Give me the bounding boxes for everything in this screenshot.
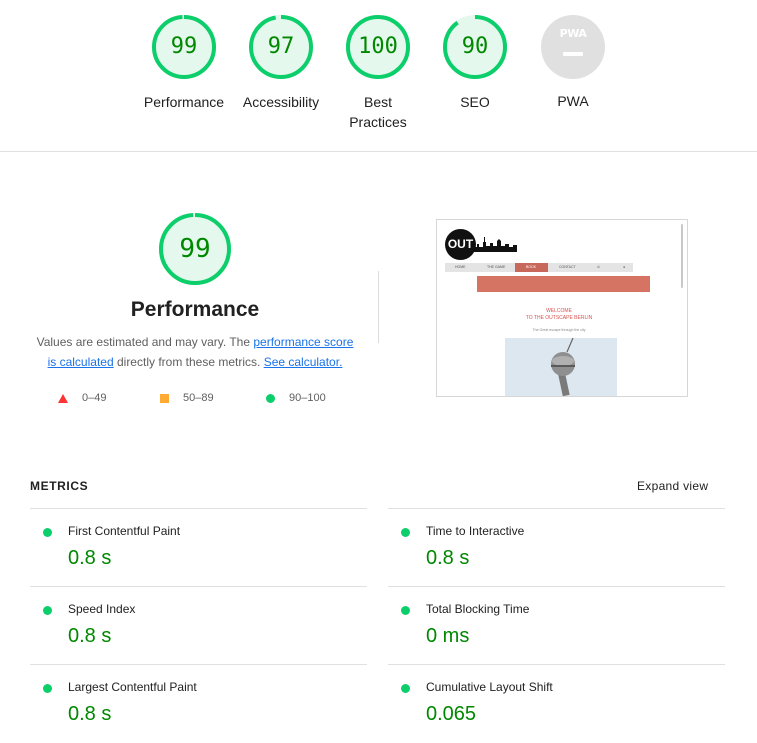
metric-label: Speed Index bbox=[68, 602, 136, 616]
pwa-badge-text: PWA bbox=[559, 27, 587, 40]
gauge-accessibility[interactable]: 97 Accessibility bbox=[226, 14, 336, 112]
pass-dot-icon bbox=[401, 528, 410, 537]
legend-label: 90–100 bbox=[289, 392, 326, 404]
metric-time-to-interactive: Time to Interactive 0.8 s bbox=[388, 508, 725, 587]
legend-pass: 90–100 bbox=[266, 392, 326, 404]
skyline-icon bbox=[473, 237, 517, 252]
performance-summary: 99 Performance Values are estimated and … bbox=[25, 212, 365, 372]
expand-view-button[interactable]: Expand view bbox=[637, 479, 708, 493]
performance-score: 99 bbox=[179, 234, 211, 264]
gauge-ring: 90 bbox=[442, 14, 508, 80]
gauge-ring: 99 bbox=[151, 14, 217, 80]
gauge-best-practices[interactable]: 100 Best Practices bbox=[323, 14, 433, 132]
metric-first-contentful-paint: First Contentful Paint 0.8 s bbox=[30, 508, 367, 587]
gauge-label: Performance bbox=[143, 94, 225, 110]
pwa-dash-icon bbox=[563, 52, 583, 56]
pass-dot-icon bbox=[43, 528, 52, 537]
triangle-icon bbox=[58, 393, 68, 403]
gauge-seo[interactable]: 90 SEO bbox=[420, 14, 530, 112]
thumbnail-scrollbar bbox=[681, 224, 683, 288]
gauge-score: 90 bbox=[461, 34, 489, 59]
metric-value: 0.8 s bbox=[68, 547, 112, 569]
metric-value: 0.8 s bbox=[426, 547, 470, 569]
pwa-badge-icon: PWA bbox=[541, 15, 605, 79]
metric-cumulative-layout-shift: Cumulative Layout Shift 0.065 bbox=[388, 664, 725, 743]
site-nav: HOME THE GAME BOOK CONTACT ⊙ ● bbox=[445, 263, 633, 272]
nav-item: HOME bbox=[455, 265, 466, 269]
site-welcome: WELCOME TO THE OUTSCAPE BERLIN bbox=[437, 308, 681, 322]
divider bbox=[0, 151, 757, 152]
site-banner bbox=[477, 276, 650, 292]
gauge-ring: 97 bbox=[248, 14, 314, 80]
metric-value: 0.065 bbox=[426, 703, 477, 725]
metric-label: Largest Contentful Paint bbox=[68, 680, 197, 694]
page-screenshot-thumbnail[interactable]: OUT HOME THE GAME BOOK CONTACT ⊙ ● WELCO… bbox=[436, 219, 688, 397]
vertical-divider bbox=[378, 271, 379, 343]
metric-label: Cumulative Layout Shift bbox=[426, 680, 553, 694]
legend-average: 50–89 bbox=[160, 392, 214, 404]
metric-value: 0 ms bbox=[426, 625, 470, 647]
pass-dot-icon bbox=[401, 684, 410, 693]
gauge-label: PWA bbox=[557, 93, 589, 109]
gauge-pwa[interactable]: PWA PWA bbox=[518, 14, 628, 111]
nav-item: BOOK bbox=[526, 265, 537, 269]
welcome-line: TO THE OUTSCAPE BERLIN bbox=[525, 315, 593, 321]
legend-label: 0–49 bbox=[82, 392, 107, 404]
gauge-score: 99 bbox=[170, 34, 198, 59]
metric-label: First Contentful Paint bbox=[68, 524, 181, 538]
square-icon bbox=[160, 393, 169, 403]
metric-speed-index: Speed Index 0.8 s bbox=[30, 586, 367, 665]
pass-dot-icon bbox=[43, 684, 52, 693]
legend-fail: 0–49 bbox=[58, 392, 106, 404]
calculator-link[interactable]: See calculator. bbox=[264, 355, 343, 369]
tv-tower-image bbox=[505, 338, 617, 396]
performance-description: Values are estimated and may vary. The p… bbox=[25, 332, 365, 372]
metric-total-blocking-time: Total Blocking Time 0 ms bbox=[388, 586, 725, 665]
welcome-line: WELCOME bbox=[546, 308, 572, 314]
gauge-label: Best Practices bbox=[349, 94, 407, 130]
desc-text: directly from these metrics. bbox=[113, 355, 264, 369]
category-gauges: 99 Performance 97 Accessibility 100 Best… bbox=[0, 0, 757, 152]
nav-search-icon: ⊙ bbox=[597, 265, 600, 269]
gauge-score: 100 bbox=[358, 34, 398, 59]
metric-value: 0.8 s bbox=[68, 703, 112, 725]
gauge-score: 97 bbox=[267, 34, 295, 59]
pass-dot-icon bbox=[401, 606, 410, 615]
nav-item: THE GAME bbox=[487, 265, 506, 269]
nav-item: CONTACT bbox=[559, 265, 576, 269]
performance-title: Performance bbox=[130, 298, 260, 321]
pass-dot-icon bbox=[43, 606, 52, 615]
gauge-performance[interactable]: 99 Performance bbox=[129, 14, 239, 112]
metric-largest-contentful-paint: Largest Contentful Paint 0.8 s bbox=[30, 664, 367, 743]
desc-text: Values are estimated and may vary. The bbox=[36, 335, 254, 349]
gauge-ring: 100 bbox=[345, 14, 411, 80]
metrics-heading: METRICS bbox=[30, 479, 89, 493]
metric-value: 0.8 s bbox=[68, 625, 112, 647]
nav-user-icon: ● bbox=[623, 265, 626, 269]
legend-label: 50–89 bbox=[183, 392, 214, 404]
gauge-label: SEO bbox=[460, 94, 490, 110]
metric-label: Total Blocking Time bbox=[426, 602, 530, 616]
circle-icon bbox=[266, 393, 275, 403]
gauge-label: Accessibility bbox=[242, 94, 320, 110]
metric-label: Time to Interactive bbox=[426, 524, 525, 538]
performance-gauge: 99 bbox=[158, 212, 232, 286]
site-logo: OUT bbox=[445, 229, 476, 260]
site-subtitle: The Great escape through the city bbox=[532, 328, 586, 332]
